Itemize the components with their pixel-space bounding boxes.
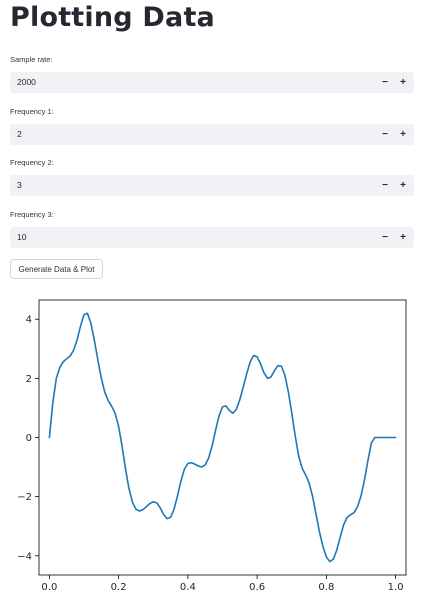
frequency-1-increment-button[interactable]: + (394, 124, 412, 145)
x-tick-label: 0.0 (41, 582, 57, 593)
x-tick-label: 0.2 (111, 582, 127, 593)
frequency-3-decrement-button[interactable]: − (376, 227, 394, 248)
frequency-3-input[interactable]: 10 − + (10, 227, 414, 248)
x-tick-label: 0.6 (249, 582, 265, 593)
y-tick-label: −4 (17, 551, 32, 562)
sample-rate-increment-button[interactable]: + (394, 72, 412, 93)
series-line-0 (48, 312, 397, 563)
frequency-2-input[interactable]: 3 − + (10, 175, 414, 196)
plot-figure: 0.0 0.2 0.4 0.6 0.8 1.0 −4 −2 0 2 4 (0, 288, 431, 604)
frequency-2-decrement-button[interactable]: − (376, 175, 394, 196)
sample-rate-label: Sample rate: (10, 55, 53, 64)
y-tick-label: 2 (26, 374, 32, 385)
y-tick-label: −2 (17, 492, 32, 503)
frequency-1-input[interactable]: 2 − + (10, 124, 414, 145)
x-tick-label: 1.0 (388, 582, 404, 593)
sample-rate-decrement-button[interactable]: − (376, 72, 394, 93)
y-tick-label: 4 (26, 315, 32, 326)
frequency-3-label: Frequency 3: (10, 210, 54, 219)
x-tick-label: 0.4 (180, 582, 196, 593)
frequency-2-value[interactable]: 3 (17, 180, 22, 190)
frequency-1-decrement-button[interactable]: − (376, 124, 394, 145)
frequency-3-increment-button[interactable]: + (394, 227, 412, 248)
line-chart: 0.0 0.2 0.4 0.6 0.8 1.0 −4 −2 0 2 4 (17, 299, 407, 593)
page-title: Plotting Data (10, 2, 215, 33)
y-tick-label: 0 (26, 433, 32, 444)
frequency-1-value[interactable]: 2 (17, 129, 22, 139)
sample-rate-input[interactable]: 2000 − + (10, 72, 414, 93)
frequency-2-label: Frequency 2: (10, 158, 54, 167)
frequency-2-increment-button[interactable]: + (394, 175, 412, 196)
generate-data-plot-button[interactable]: Generate Data & Plot (10, 259, 103, 279)
x-tick-label: 0.8 (318, 582, 334, 593)
frequency-1-label: Frequency 1: (10, 107, 54, 116)
sample-rate-value[interactable]: 2000 (17, 77, 36, 87)
frequency-3-value[interactable]: 10 (17, 232, 26, 242)
